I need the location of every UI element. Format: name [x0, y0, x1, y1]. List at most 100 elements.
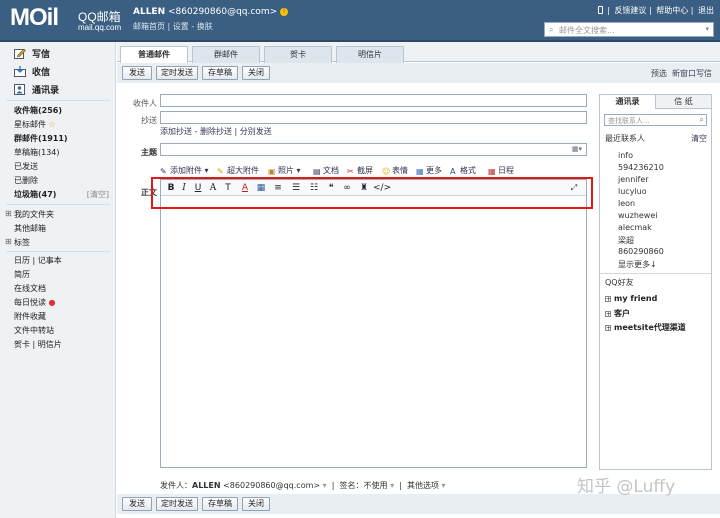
user-email: <860290860@qq.com>: [168, 7, 278, 17]
contact-item[interactable]: 594236210: [618, 163, 664, 172]
photo-button[interactable]: ▣ 照片 ▾: [268, 165, 301, 176]
contact-item[interactable]: wuzhewei: [618, 211, 658, 220]
search-icon[interactable]: ⌕: [700, 115, 704, 125]
format-icon[interactable]: ▦▾: [572, 145, 582, 153]
schedule-button[interactable]: ▦ 日程: [488, 165, 514, 176]
tab-group-mail[interactable]: 群邮件: [192, 46, 260, 63]
contact-item[interactable]: leon: [618, 199, 635, 208]
app-notes[interactable]: 记事本: [38, 256, 62, 265]
show-more-link[interactable]: 显示更多↓: [618, 259, 657, 270]
contact-item[interactable]: alecmak: [618, 223, 652, 232]
expand-icon[interactable]: ⊞: [5, 237, 12, 246]
sidebar-item-inbox-check[interactable]: 收信: [14, 65, 50, 78]
user-identity: ALLEN <860290860@qq.com>!: [133, 7, 289, 17]
sidebar-item-contacts[interactable]: 通讯录: [14, 83, 59, 96]
cc-field[interactable]: [160, 111, 587, 124]
document-button[interactable]: ▤ 文档: [313, 165, 339, 176]
warning-icon[interactable]: !: [280, 8, 289, 16]
app-calendar[interactable]: 日历: [14, 256, 30, 265]
divider: [600, 273, 711, 274]
recipient-options: 添加抄送 - 删除抄送 | 分别发送: [160, 127, 272, 136]
subject-field[interactable]: ▦▾: [160, 143, 587, 156]
qq-friends-title: QQ好友: [605, 278, 634, 287]
body-editor[interactable]: [161, 197, 586, 467]
folder-group-mail[interactable]: 群邮件(1911): [14, 133, 68, 144]
app-postcard[interactable]: 明信片: [38, 340, 62, 349]
app-attachment-favorites[interactable]: 附件收藏: [14, 311, 46, 322]
expand-icon[interactable]: ⊞: [5, 209, 12, 218]
emoji-button[interactable]: ☺ 表情: [382, 165, 408, 176]
other-options[interactable]: 其他选项: [407, 481, 439, 490]
link-logout[interactable]: 退出: [698, 6, 714, 15]
app-resume[interactable]: 简历: [14, 269, 30, 280]
link-add-cc[interactable]: 添加抄送: [160, 127, 192, 136]
link-preview[interactable]: 预选: [651, 69, 667, 78]
scheduled-send-button[interactable]: 定时发送: [156, 66, 198, 80]
add-attachment-button[interactable]: ✎ 添加附件 ▾: [160, 165, 209, 176]
folder-sent[interactable]: 已发送: [14, 161, 38, 172]
folder-my-folders[interactable]: 我的文件夹: [14, 209, 54, 220]
contact-item[interactable]: 860290860: [618, 247, 664, 256]
mail-search-box[interactable]: ⌕ 邮件全文搜索... ▾: [544, 22, 714, 37]
folder-deleted[interactable]: 已删除: [14, 175, 38, 186]
send-button-bottom[interactable]: 发送: [122, 497, 152, 511]
sidebar-item-compose[interactable]: 写信: [14, 47, 50, 60]
folder-other-mailboxes[interactable]: 其他邮箱: [14, 223, 46, 234]
contact-item[interactable]: jennifer: [618, 175, 649, 184]
logo-mark: MOil: [10, 4, 59, 31]
chevron-down-icon[interactable]: ▾: [390, 481, 394, 490]
app-daily-read[interactable]: 每日悦读 ●: [14, 297, 56, 308]
tab-stationery[interactable]: 信 纸: [656, 95, 711, 109]
link-mail-home[interactable]: 邮箱首页: [133, 22, 165, 31]
phone-icon[interactable]: [598, 6, 604, 14]
link-skin[interactable]: 换肤: [197, 22, 213, 31]
save-draft-button-bottom[interactable]: 存草稿: [202, 497, 238, 511]
app-greeting-card[interactable]: 贺卡: [14, 340, 30, 349]
folder-drafts[interactable]: 草稿箱(134): [14, 147, 60, 158]
link-remove-cc[interactable]: 删除抄送: [200, 127, 232, 136]
link-new-window[interactable]: 新窗口写信: [672, 69, 712, 78]
close-button[interactable]: 关闭: [242, 66, 270, 80]
contact-item[interactable]: info: [618, 151, 633, 160]
folder-tags[interactable]: 标签: [14, 237, 30, 248]
format-button[interactable]: A 格式: [450, 165, 476, 176]
screenshot-button[interactable]: ✂ 截屏: [347, 165, 373, 176]
more-button[interactable]: ▦ 更多: [416, 165, 442, 176]
link-feedback[interactable]: 反馈建议: [614, 6, 646, 15]
large-attachment-button[interactable]: ✎ 超大附件: [217, 165, 259, 176]
signature-select[interactable]: 签名：不使用: [340, 481, 388, 490]
contact-group[interactable]: + meetsite代理渠道: [605, 322, 686, 333]
app-online-docs[interactable]: 在线文档: [14, 283, 46, 294]
link-settings[interactable]: 设置: [173, 22, 189, 31]
save-draft-button[interactable]: 存草稿: [202, 66, 238, 80]
contact-item[interactable]: lucyluo: [618, 187, 647, 196]
tab-normal-mail[interactable]: 普通邮件: [120, 46, 188, 63]
link-help[interactable]: 帮助中心: [656, 6, 688, 15]
to-field[interactable]: [160, 94, 587, 107]
close-button-bottom[interactable]: 关闭: [242, 497, 270, 511]
contact-group[interactable]: + my friend: [605, 294, 657, 303]
scheduled-send-button-bottom[interactable]: 定时发送: [156, 497, 198, 511]
contact-item[interactable]: 梁超: [618, 235, 634, 246]
link-send-separately[interactable]: 分别发送: [240, 127, 272, 136]
compose-tabs: 普通邮件 群邮件 贺卡 明信片: [117, 42, 720, 63]
contact-search-input[interactable]: 查找联系人... ⌕: [604, 114, 707, 126]
folder-spam[interactable]: 垃圾箱(47): [14, 189, 56, 200]
sender-name[interactable]: ALLEN: [192, 481, 221, 490]
tab-greeting-card[interactable]: 贺卡: [264, 46, 332, 63]
contact-group[interactable]: + 客户: [605, 308, 630, 319]
chevron-down-icon[interactable]: ▾: [323, 481, 327, 490]
tab-contacts[interactable]: 通讯录: [600, 95, 656, 109]
sidebar: 写信 收信 通讯录 收件箱(256) 星标邮件 ☆ 群邮件(1911) 草稿箱(…: [0, 42, 116, 518]
sender-email[interactable]: <860290860@qq.com>: [223, 481, 320, 490]
compose-area: 普通邮件 群邮件 贺卡 明信片 发送 定时发送 存草稿 关闭 预选 新窗口写信 …: [117, 42, 720, 518]
folder-starred[interactable]: 星标邮件 ☆: [14, 119, 56, 130]
chevron-down-icon[interactable]: ▾: [705, 25, 709, 33]
folder-inbox[interactable]: 收件箱(256): [14, 105, 62, 116]
tab-postcard[interactable]: 明信片: [336, 46, 404, 63]
send-button[interactable]: 发送: [122, 66, 152, 80]
chevron-down-icon[interactable]: ▾: [442, 481, 446, 490]
clear-recent-link[interactable]: 清空: [691, 133, 707, 144]
clear-spam-link[interactable]: [清空]: [87, 189, 109, 200]
app-file-transfer[interactable]: 文件中转站: [14, 325, 54, 336]
